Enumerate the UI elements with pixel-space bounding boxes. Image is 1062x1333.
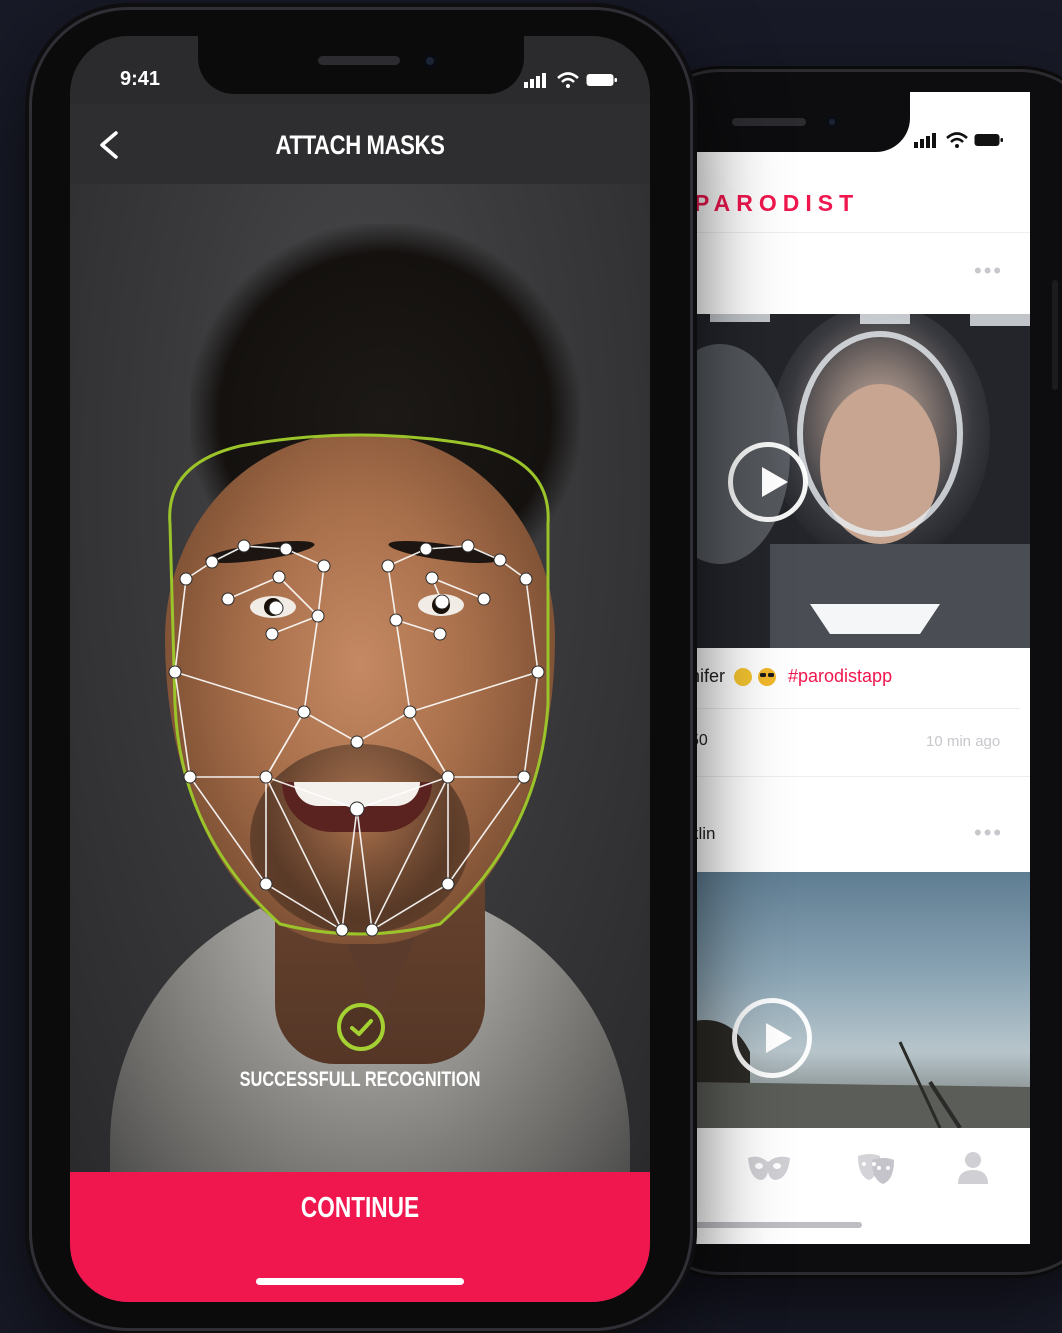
front-phone-speaker	[318, 56, 400, 65]
back-status-bar	[914, 132, 1004, 148]
wifi-icon	[557, 72, 579, 88]
masks-icon[interactable]	[746, 1150, 792, 1186]
wifi-icon	[946, 132, 968, 148]
check-circle-icon	[337, 1003, 385, 1051]
home-indicator	[690, 1222, 862, 1228]
signal-icon	[524, 73, 546, 88]
more-options-icon[interactable]: •••	[974, 820, 1003, 846]
post-video-thumbnail[interactable]	[690, 872, 1030, 1128]
divider	[690, 776, 1030, 777]
divider	[690, 708, 1020, 709]
theater-masks-icon[interactable]	[856, 1150, 896, 1186]
landscape-scene-image	[690, 1020, 1030, 1128]
post-caption-name: nifer	[690, 666, 726, 686]
battery-icon	[974, 134, 1003, 146]
profile-icon[interactable]	[958, 1150, 988, 1186]
post-hashtag[interactable]: #parodistapp	[788, 666, 892, 687]
signal-icon	[914, 133, 936, 148]
post-timestamp: 10 min ago	[926, 733, 1001, 750]
play-icon[interactable]	[728, 442, 808, 522]
post-author-name[interactable]: klin	[690, 824, 716, 844]
back-phone-speaker	[732, 118, 806, 126]
front-status-bar	[524, 72, 618, 88]
back-chevron-icon[interactable]	[96, 130, 122, 160]
status-time: 9:41	[120, 68, 161, 90]
header-divider	[690, 232, 1030, 233]
recognition-status-text: SUCCESSFULL RECOGNITION	[239, 1068, 481, 1091]
home-indicator	[256, 1278, 464, 1285]
battery-icon	[586, 74, 617, 86]
tongue-face-emoji-icon	[734, 668, 752, 686]
screen-title: ATTACH MASKS	[275, 130, 445, 160]
app-brand-title: PARODIST	[694, 190, 860, 216]
mesh-points	[168, 539, 545, 937]
sunglasses-face-emoji-icon	[758, 668, 776, 686]
comment-user: 50	[690, 732, 708, 749]
play-icon[interactable]	[732, 998, 812, 1078]
post-video-thumbnail[interactable]	[690, 314, 1030, 648]
continue-button-label[interactable]: CONTINUE	[134, 1192, 586, 1225]
back-phone-camera	[826, 116, 838, 128]
side-button	[1052, 280, 1058, 390]
front-phone-camera	[423, 54, 437, 68]
front-phone-notch	[198, 36, 524, 94]
more-options-icon[interactable]: •••	[974, 258, 1003, 284]
face-contour-outline	[168, 433, 550, 936]
